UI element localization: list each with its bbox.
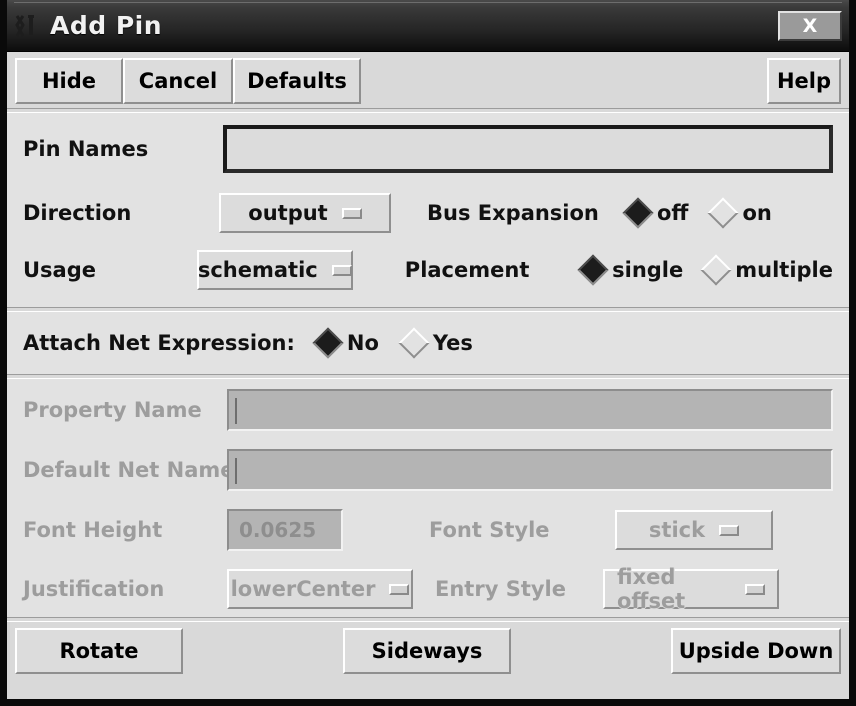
option-menu-indicator-icon xyxy=(719,524,740,536)
direction-value: output xyxy=(248,201,328,225)
sideways-button[interactable]: Sideways xyxy=(343,628,511,674)
attach-net-expression-label: Attach Net Expression: xyxy=(23,331,295,355)
placement-option-0-label: single xyxy=(612,258,684,282)
action-bar: Hide Cancel Defaults Help xyxy=(7,52,849,108)
hide-button[interactable]: Hide xyxy=(15,58,123,104)
row-attach-net-expression: Attach Net Expression: No Yes xyxy=(7,312,849,374)
row-property-name: Property Name xyxy=(7,379,849,441)
attach-net-option-1-label: Yes xyxy=(432,331,473,355)
property-name-input[interactable] xyxy=(227,389,833,431)
bottom-spacer-left xyxy=(183,628,343,674)
row-pin-names: Pin Names xyxy=(7,113,849,185)
attach-net-expression-radio-group: No Yes xyxy=(312,327,473,359)
bottom-spacer-right xyxy=(511,628,671,674)
default-net-name-label: Default Net Name xyxy=(23,458,235,482)
entry-style-label: Entry Style xyxy=(435,577,566,601)
bus-expansion-option-0-label: off xyxy=(657,201,689,225)
entry-style-option-menu[interactable]: fixed offset xyxy=(603,565,779,613)
bottom-bar: Rotate Sideways Upside Down xyxy=(7,622,849,680)
option-menu-indicator-icon xyxy=(341,207,362,219)
font-style-label: Font Style xyxy=(429,518,550,542)
font-height-input[interactable]: 0.0625 xyxy=(227,509,343,551)
option-menu-indicator-icon xyxy=(331,264,352,276)
option-menu-indicator-icon xyxy=(389,583,410,595)
font-style-option-menu[interactable]: stick xyxy=(615,510,773,550)
justification-value: lowerCenter xyxy=(230,577,376,601)
radio-diamond-selected-icon xyxy=(312,327,344,359)
radio-diamond-selected-icon xyxy=(622,197,654,229)
rotate-button[interactable]: Rotate xyxy=(15,628,183,674)
close-button[interactable]: X xyxy=(778,10,842,41)
row-font-height: Font Height 0.0625 Font Style stick xyxy=(7,499,849,561)
entry-style-value: fixed offset xyxy=(617,565,686,613)
radio-diamond-selected-icon xyxy=(577,254,609,286)
attach-net-expression-radio-no[interactable]: No xyxy=(312,327,379,359)
usage-value: schematic xyxy=(197,258,318,282)
radio-diamond-unselected-icon xyxy=(700,254,732,286)
upside-down-button[interactable]: Upside Down xyxy=(671,628,841,674)
add-pin-dialog: Add Pin X Hide Cancel Defaults Help Pin … xyxy=(0,0,856,706)
defaults-button[interactable]: Defaults xyxy=(233,58,361,104)
row-usage: Usage schematic Placement single multipl… xyxy=(7,241,849,299)
placement-label: Placement xyxy=(404,258,530,282)
font-style-value: stick xyxy=(648,518,706,542)
text-caret-icon xyxy=(235,458,237,484)
help-button[interactable]: Help xyxy=(767,58,841,104)
justification-option-menu[interactable]: lowerCenter xyxy=(227,569,413,609)
justification-label: Justification xyxy=(23,577,165,601)
font-height-value: 0.0625 xyxy=(239,518,317,542)
placement-radio-multiple[interactable]: multiple xyxy=(700,254,833,286)
row-direction: Direction output Bus Expansion off on xyxy=(7,185,849,241)
option-menu-indicator-icon xyxy=(745,583,765,595)
property-name-label: Property Name xyxy=(23,398,202,422)
app-icon xyxy=(14,12,38,40)
pin-names-input[interactable] xyxy=(223,125,833,173)
usage-option-menu[interactable]: schematic xyxy=(196,250,353,290)
bus-expansion-radio-off[interactable]: off xyxy=(622,197,689,229)
row-justification: Justification lowerCenter Entry Style fi… xyxy=(7,561,849,617)
direction-option-menu[interactable]: output xyxy=(219,193,391,233)
attach-net-expression-radio-yes[interactable]: Yes xyxy=(398,327,473,359)
usage-label: Usage xyxy=(23,258,96,282)
text-caret-icon xyxy=(235,398,237,424)
pin-names-label: Pin Names xyxy=(23,137,149,161)
row-default-net-name: Default Net Name xyxy=(7,441,849,499)
radio-diamond-unselected-icon xyxy=(707,197,740,229)
titlebar: Add Pin X xyxy=(7,0,849,52)
window-title: Add Pin xyxy=(50,11,163,40)
bus-expansion-radio-group: off on xyxy=(622,197,772,229)
radio-diamond-unselected-icon xyxy=(398,327,430,359)
placement-option-1-label: multiple xyxy=(735,258,833,282)
direction-label: Direction xyxy=(23,201,132,225)
bus-expansion-label: Bus Expansion xyxy=(427,201,599,225)
default-net-name-input[interactable] xyxy=(227,449,833,491)
bus-expansion-radio-on[interactable]: on xyxy=(707,197,772,229)
placement-radio-single[interactable]: single xyxy=(577,254,684,286)
placement-radio-group: single multiple xyxy=(577,254,833,286)
attach-net-option-0-label: No xyxy=(346,331,379,355)
bus-expansion-option-1-label: on xyxy=(742,201,772,225)
form-area: Pin Names Direction output Bus Expansion… xyxy=(7,113,849,617)
cancel-button[interactable]: Cancel xyxy=(123,58,233,104)
font-height-label: Font Height xyxy=(23,518,163,542)
